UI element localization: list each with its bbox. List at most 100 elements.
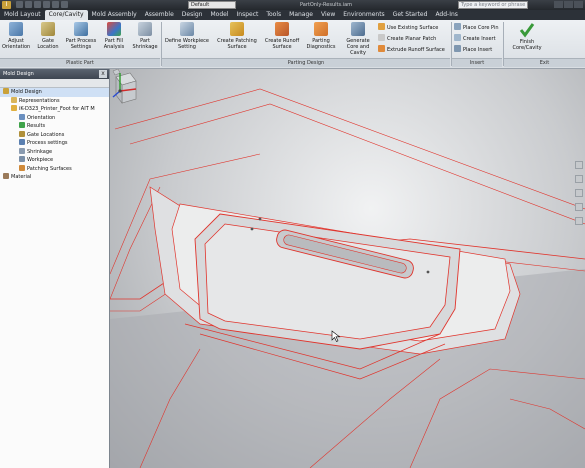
- browser-node[interactable]: Results: [0, 122, 109, 131]
- parting-diagnostics-label: Parting Diagnostics: [306, 38, 336, 50]
- settings-icon: [74, 22, 88, 36]
- look-at-icon[interactable]: [575, 217, 583, 225]
- part-fill-analysis-label: Part Fill Analysis: [103, 38, 125, 50]
- place-insert-icon: [454, 45, 461, 52]
- new-icon[interactable]: [16, 1, 23, 8]
- tab-environments[interactable]: Environments: [339, 10, 388, 20]
- pan-icon[interactable]: [575, 175, 583, 183]
- graphics-viewport[interactable]: [110, 69, 585, 468]
- core-pin-icon: [454, 23, 461, 30]
- adjust-orientation-button[interactable]: Adjust Orientation: [2, 22, 30, 50]
- surface-icon: [19, 164, 25, 171]
- browser-node[interactable]: iK-D323_Printer_Foot for AIT M: [0, 105, 109, 114]
- create-patching-surface-button[interactable]: Create Patching Surface: [214, 22, 260, 50]
- browser-node[interactable]: Mold Design: [0, 88, 109, 97]
- close-icon[interactable]: x: [99, 70, 107, 78]
- shrinkage-icon: [19, 147, 25, 154]
- navigation-bar: [575, 161, 583, 311]
- results-icon: [19, 122, 25, 128]
- browser-node[interactable]: Shrinkage: [0, 147, 109, 157]
- browser-node-label: Shrinkage: [27, 148, 53, 155]
- workpiece-icon: [180, 22, 194, 36]
- minimize-icon[interactable]: [554, 1, 563, 8]
- create-insert-button[interactable]: Create Insert: [454, 34, 496, 43]
- tab-core-cavity[interactable]: Core/Cavity: [44, 10, 88, 20]
- open-icon[interactable]: [25, 1, 32, 8]
- browser-node[interactable]: Orientation: [0, 113, 109, 123]
- assembly-icon: [3, 88, 9, 94]
- tab-assemble[interactable]: Assemble: [141, 10, 178, 20]
- place-insert-button[interactable]: Place Insert: [454, 45, 492, 54]
- tab-manage[interactable]: Manage: [285, 10, 317, 20]
- part-shrinkage-label: Part Shrinkage: [132, 38, 158, 50]
- create-planar-patch-button[interactable]: Create Planar Patch: [378, 34, 436, 43]
- browser-node-label: Mold Design: [11, 89, 42, 95]
- quick-access-toolbar: [16, 1, 68, 9]
- planar-patch-icon: [378, 34, 385, 41]
- part-process-settings-button[interactable]: Part Process Settings: [64, 22, 98, 50]
- patching-surface-icon: [230, 22, 244, 36]
- tab-tools[interactable]: Tools: [262, 10, 285, 20]
- parting-diagnostics-button[interactable]: Parting Diagnostics: [304, 22, 338, 50]
- gate-icon: [19, 130, 25, 137]
- application-menu-button[interactable]: I: [2, 1, 11, 9]
- tab-get-started[interactable]: Get Started: [389, 10, 432, 20]
- extrude-runoff-surface-button[interactable]: Extrude Runoff Surface: [378, 45, 445, 54]
- tab-design[interactable]: Design: [178, 10, 207, 20]
- tab-inspect[interactable]: Inspect: [233, 10, 263, 20]
- parting-design-panel-label: Parting Design: [162, 58, 450, 67]
- save-icon[interactable]: [34, 1, 41, 8]
- part-icon: [11, 105, 17, 111]
- tab-add-ins[interactable]: Add-Ins: [431, 10, 461, 20]
- select-icon[interactable]: [61, 1, 68, 8]
- finish-core-cavity-label: Finish Core/Cavity: [512, 39, 542, 51]
- browser-node[interactable]: Material: [0, 173, 109, 182]
- finish-core-cavity-button[interactable]: Finish Core/Cavity: [510, 22, 544, 51]
- tab-mold-layout[interactable]: Mold Layout: [0, 10, 45, 20]
- orbit-icon[interactable]: [575, 203, 583, 211]
- checkmark-icon: [519, 23, 535, 38]
- tab-view[interactable]: View: [317, 10, 339, 20]
- mold-model: [110, 88, 585, 468]
- browser-node-label: Patching Surfaces: [27, 165, 72, 172]
- appearance-style-combo[interactable]: Default: [188, 1, 236, 9]
- browser-node[interactable]: Process settings: [0, 139, 109, 148]
- model-browser: Mold Design x Mold Design Representations…: [0, 69, 110, 468]
- browser-node[interactable]: Workpiece: [0, 156, 109, 165]
- use-existing-surface-button[interactable]: Use Existing Surface: [378, 23, 438, 32]
- create-runoff-surface-button[interactable]: Create Runoff Surface: [262, 22, 302, 50]
- tab-mold-assembly[interactable]: Mold Assembly: [88, 10, 141, 20]
- browser-node[interactable]: Representations: [0, 96, 109, 106]
- browser-tree: Mold Design Representations iK-D323_Printe…: [0, 88, 109, 182]
- place-core-pin-button[interactable]: Place Core Pin: [454, 23, 499, 32]
- generate-core-and-cavity-button[interactable]: Generate Core and Cavity: [340, 22, 376, 56]
- maximize-icon[interactable]: [564, 1, 573, 8]
- zoom-icon[interactable]: [575, 189, 583, 197]
- insert-panel-label: Insert: [452, 58, 502, 67]
- fill-analysis-icon: [107, 22, 121, 36]
- orientation-icon: [9, 22, 23, 36]
- browser-node-label: Representations: [19, 97, 60, 104]
- define-workpiece-setting-button[interactable]: Define Workpiece Setting: [163, 22, 211, 50]
- tab-model[interactable]: Model: [206, 10, 232, 20]
- browser-node-label: iK-D323_Printer_Foot for AIT M: [19, 106, 95, 112]
- browser-node[interactable]: Gate Locations: [0, 130, 109, 140]
- gate-location-label: Gate Location: [37, 38, 59, 50]
- browser-title: Mold Design: [3, 71, 34, 77]
- browser-node[interactable]: Patching Surfaces: [0, 164, 109, 174]
- undo-icon[interactable]: [43, 1, 50, 8]
- gate-icon: [41, 22, 55, 36]
- close-icon[interactable]: [574, 1, 583, 8]
- part-shrinkage-button[interactable]: Part Shrinkage: [130, 22, 160, 50]
- gate-location-button[interactable]: Gate Location: [36, 22, 60, 50]
- help-search-input[interactable]: Type a keyword or phrase: [458, 1, 528, 9]
- part-fill-analysis-button[interactable]: Part Fill Analysis: [100, 22, 128, 50]
- create-insert-icon: [454, 34, 461, 41]
- use-existing-surface-label: Use Existing Surface: [387, 25, 439, 31]
- redo-icon[interactable]: [52, 1, 59, 8]
- browser-node-label: Orientation: [27, 114, 56, 121]
- material-icon: [3, 173, 9, 179]
- core-cavity-icon: [351, 22, 365, 36]
- steering-wheel-icon[interactable]: [575, 161, 583, 169]
- workpiece-edge: [114, 88, 585, 210]
